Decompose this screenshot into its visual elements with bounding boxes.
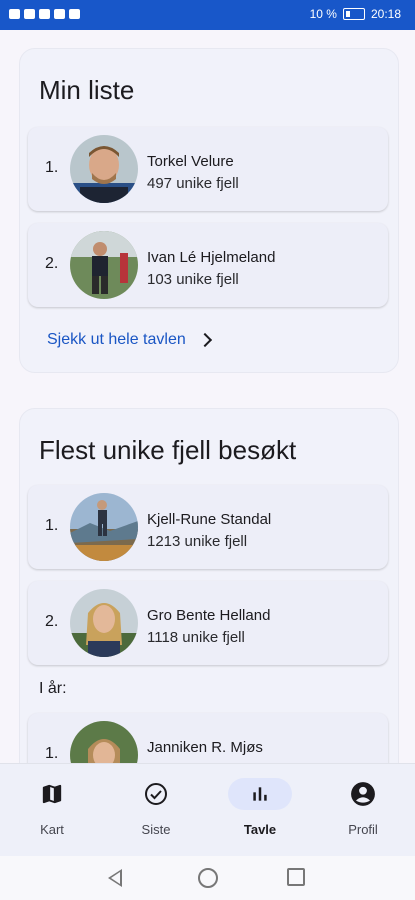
clock: 20:18 bbox=[370, 7, 401, 21]
avatar bbox=[70, 589, 138, 657]
avatar bbox=[70, 721, 138, 763]
check-circle-icon bbox=[124, 778, 188, 810]
notification-icon bbox=[69, 9, 80, 19]
signal-icon bbox=[24, 9, 35, 19]
unique-mountains-count: 103 unike fjell bbox=[147, 271, 239, 288]
user-name: Janniken R. Mjøs bbox=[147, 739, 263, 756]
my-list-card: Min liste 1. Torkel Velure 497 unike fje… bbox=[19, 48, 399, 373]
system-navigation-bar bbox=[0, 856, 415, 900]
user-name: Kjell-Rune Standal bbox=[147, 511, 272, 528]
unique-mountains-count: 1118 unike fjell bbox=[147, 629, 245, 646]
home-icon[interactable] bbox=[198, 868, 218, 888]
nav-item-siste[interactable]: Siste bbox=[116, 778, 196, 837]
nav-label: Kart bbox=[40, 822, 64, 837]
leaderboard-row[interactable]: 2. Ivan Lé Hjelmeland 103 unike fjell bbox=[28, 223, 388, 307]
account-circle-icon bbox=[331, 778, 395, 810]
rank-number: 1. bbox=[45, 517, 59, 534]
bottom-navigation: Kart Siste Tavle Profil bbox=[0, 763, 415, 857]
leaderboard-row[interactable]: 2. Gro Bente Helland 1118 unike fjell bbox=[28, 581, 388, 665]
nav-label: Profil bbox=[348, 822, 378, 837]
nav-item-profil[interactable]: Profil bbox=[323, 778, 403, 837]
leaderboard-row[interactable]: 1. Janniken R. Mjøs bbox=[28, 713, 388, 763]
sim-icon bbox=[9, 9, 20, 19]
leaderboard-row[interactable]: 1. Kjell-Rune Standal 1213 unike fjell bbox=[28, 485, 388, 569]
this-year-label: I år: bbox=[39, 680, 67, 697]
unique-mountains-count: 497 unike fjell bbox=[147, 175, 239, 192]
rank-number: 1. bbox=[45, 745, 59, 762]
see-full-board-link[interactable]: Sjekk ut hele tavlen bbox=[47, 331, 212, 349]
battery-icon bbox=[342, 8, 365, 20]
avatar bbox=[70, 231, 138, 299]
wifi-icon bbox=[54, 9, 65, 19]
content-scroll[interactable]: Min liste 1. Torkel Velure 497 unike fje… bbox=[0, 30, 415, 763]
rank-number: 1. bbox=[45, 159, 59, 176]
chevron-right-icon bbox=[197, 332, 212, 348]
rank-number: 2. bbox=[45, 255, 59, 272]
nav-item-kart[interactable]: Kart bbox=[12, 778, 92, 837]
nav-label: Siste bbox=[141, 822, 171, 837]
rank-number: 2. bbox=[45, 613, 59, 630]
nav-item-tavle[interactable]: Tavle bbox=[220, 778, 300, 837]
avatar bbox=[70, 493, 138, 561]
bar-chart-icon bbox=[228, 778, 292, 810]
user-name: Torkel Velure bbox=[147, 153, 234, 170]
see-full-board-label: Sjekk ut hele tavlen bbox=[47, 331, 186, 348]
avatar bbox=[70, 135, 138, 203]
unique-mountains-count: 1213 unike fjell bbox=[147, 533, 248, 550]
most-unique-card: Flest unike fjell besøkt 1. Kjell-Rune S… bbox=[19, 408, 399, 763]
most-unique-title: Flest unike fjell besøkt bbox=[39, 435, 297, 465]
nav-label: Tavle bbox=[243, 822, 277, 837]
bluetooth-icon bbox=[39, 9, 50, 19]
recent-apps-icon[interactable] bbox=[287, 868, 305, 886]
battery-level: 10 % bbox=[309, 7, 337, 21]
back-icon-inner bbox=[111, 872, 120, 884]
status-bar: 10 % 20:18 bbox=[0, 0, 415, 30]
leaderboard-row[interactable]: 1. Torkel Velure 497 unike fjell bbox=[28, 127, 388, 211]
my-list-title: Min liste bbox=[39, 75, 135, 105]
user-name: Ivan Lé Hjelmeland bbox=[147, 249, 276, 266]
user-name: Gro Bente Helland bbox=[147, 607, 271, 624]
status-icons bbox=[9, 9, 80, 19]
map-icon bbox=[20, 778, 84, 810]
